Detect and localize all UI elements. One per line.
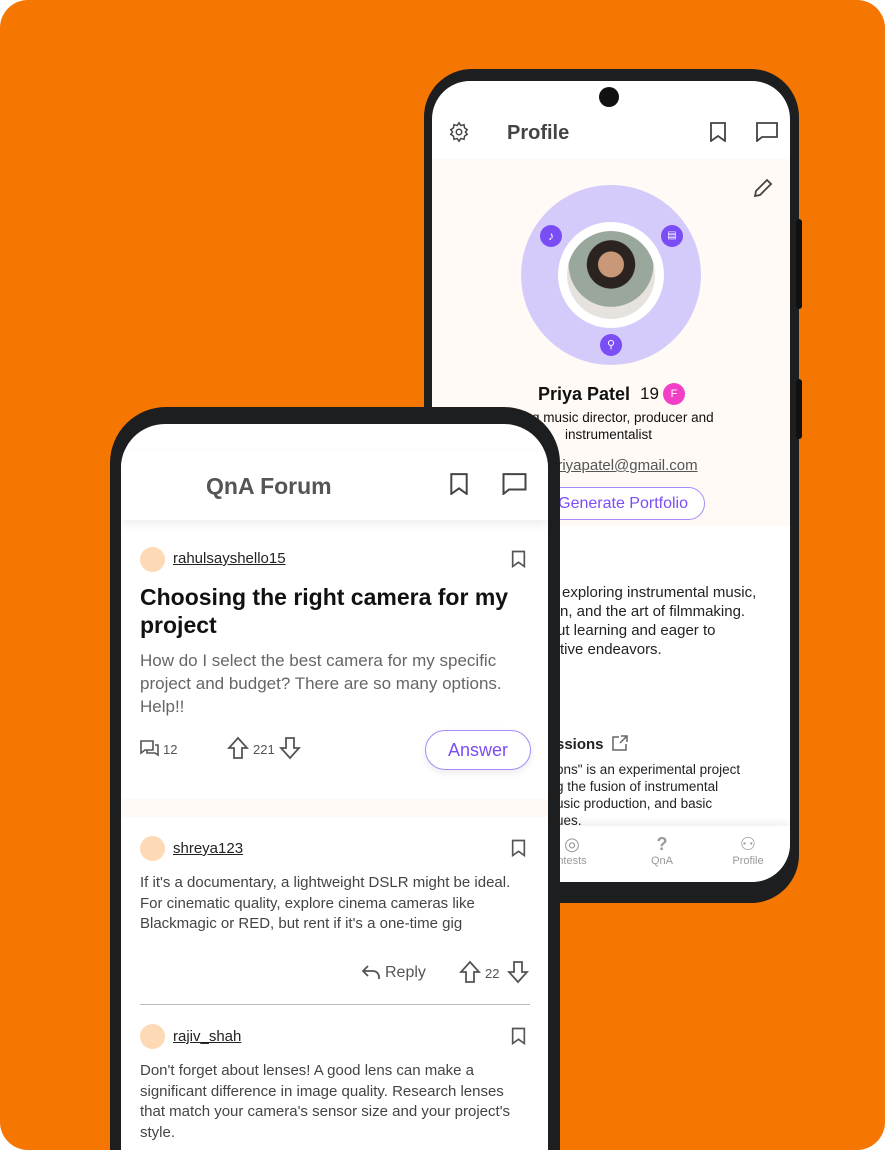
forum-screen: QnA Forum rahulsayshello15 Choosing the …: [121, 424, 548, 1150]
external-link-icon[interactable]: [612, 735, 628, 756]
generate-portfolio-button[interactable]: Generate Portfolio: [537, 487, 705, 520]
nav-profile[interactable]: ⚇ Profile: [718, 834, 778, 867]
background: Profile ♪ ▤ ⚲ Priya Patel 19 F g music d…: [0, 0, 885, 1150]
music-note-icon: ♪: [540, 225, 562, 247]
answer-card: rajiv_shah Don't forget about lenses! A …: [121, 1005, 548, 1150]
bio-line: exploring instrumental music,: [562, 584, 757, 601]
avatar-ring: ♪ ▤ ⚲: [521, 185, 701, 365]
edit-icon[interactable]: [752, 177, 774, 204]
camera-hole: [599, 87, 619, 107]
upvote-icon[interactable]: [226, 736, 250, 765]
page-title: Profile: [507, 122, 570, 144]
bookmark-icon[interactable]: [449, 473, 469, 500]
profile-age: 19: [640, 384, 659, 403]
guitar-icon: ⚲: [600, 334, 622, 356]
avatar: [140, 547, 165, 572]
question-title[interactable]: Choosing the right camera for my project: [140, 583, 535, 639]
bio-line: tive endeavors.: [560, 641, 662, 658]
vote-count: 221: [253, 742, 275, 757]
avatar: [140, 1024, 165, 1049]
bio-line: n, and the art of filmmaking.: [560, 603, 746, 620]
project-title[interactable]: ssions: [556, 736, 604, 753]
bookmark-icon[interactable]: [709, 122, 727, 147]
question-card: rahulsayshello15 Choosing the right came…: [121, 534, 548, 799]
downvote-icon[interactable]: [278, 736, 302, 765]
answer-button[interactable]: Answer: [425, 730, 531, 770]
message-icon[interactable]: [756, 122, 778, 147]
nav-qna[interactable]: ? QnA: [632, 834, 692, 867]
answer-body: Don't forget about lenses! A good lens c…: [140, 1062, 511, 1141]
tagline-2: instrumentalist: [565, 427, 653, 442]
bookmark-icon[interactable]: [511, 550, 526, 573]
project-desc: g the fusion of instrumental: [556, 779, 719, 794]
project-desc: ons" is an experimental project: [556, 762, 741, 777]
gender-badge: F: [663, 383, 685, 405]
answer-body: If it's a documentary, a lightweight DSL…: [140, 874, 511, 932]
bio-line: ut learning and eager to: [557, 622, 716, 639]
reply-button[interactable]: Reply: [385, 964, 426, 982]
answer-author[interactable]: rajiv_shah: [173, 1028, 241, 1045]
comments-icon[interactable]: [140, 740, 159, 763]
vote-count: 22: [485, 966, 500, 981]
instrument-icon: ▤: [661, 225, 683, 247]
forum-phone: QnA Forum rahulsayshello15 Choosing the …: [110, 407, 560, 1150]
project-desc: usic production, and basic: [556, 796, 713, 811]
bookmark-icon[interactable]: [511, 839, 526, 862]
page-title: QnA Forum: [206, 473, 332, 499]
avatar: [140, 836, 165, 861]
reply-icon[interactable]: [361, 964, 381, 985]
message-icon[interactable]: [502, 473, 527, 500]
divider-band: [121, 799, 548, 817]
question-author[interactable]: rahulsayshello15: [173, 550, 286, 567]
profile-name: Priya Patel: [538, 384, 631, 404]
question-body: How do I select the best camera for my s…: [140, 651, 502, 716]
downvote-icon[interactable]: [506, 960, 530, 989]
gear-icon[interactable]: [448, 121, 470, 148]
email-link[interactable]: priyapatel@gmail.com: [549, 457, 698, 474]
answer-author[interactable]: shreya123: [173, 840, 243, 857]
answer-card: shreya123 If it's a documentary, a light…: [121, 817, 548, 1007]
comment-count: 12: [163, 742, 178, 757]
question-icon: ?: [656, 834, 668, 854]
avatar: [567, 231, 655, 319]
bookmark-icon[interactable]: [511, 1027, 526, 1050]
user-icon: ⚇: [739, 834, 757, 854]
upvote-icon[interactable]: [458, 960, 482, 989]
forum-header: QnA Forum: [121, 452, 548, 520]
tagline: g music director, producer and: [532, 410, 714, 425]
